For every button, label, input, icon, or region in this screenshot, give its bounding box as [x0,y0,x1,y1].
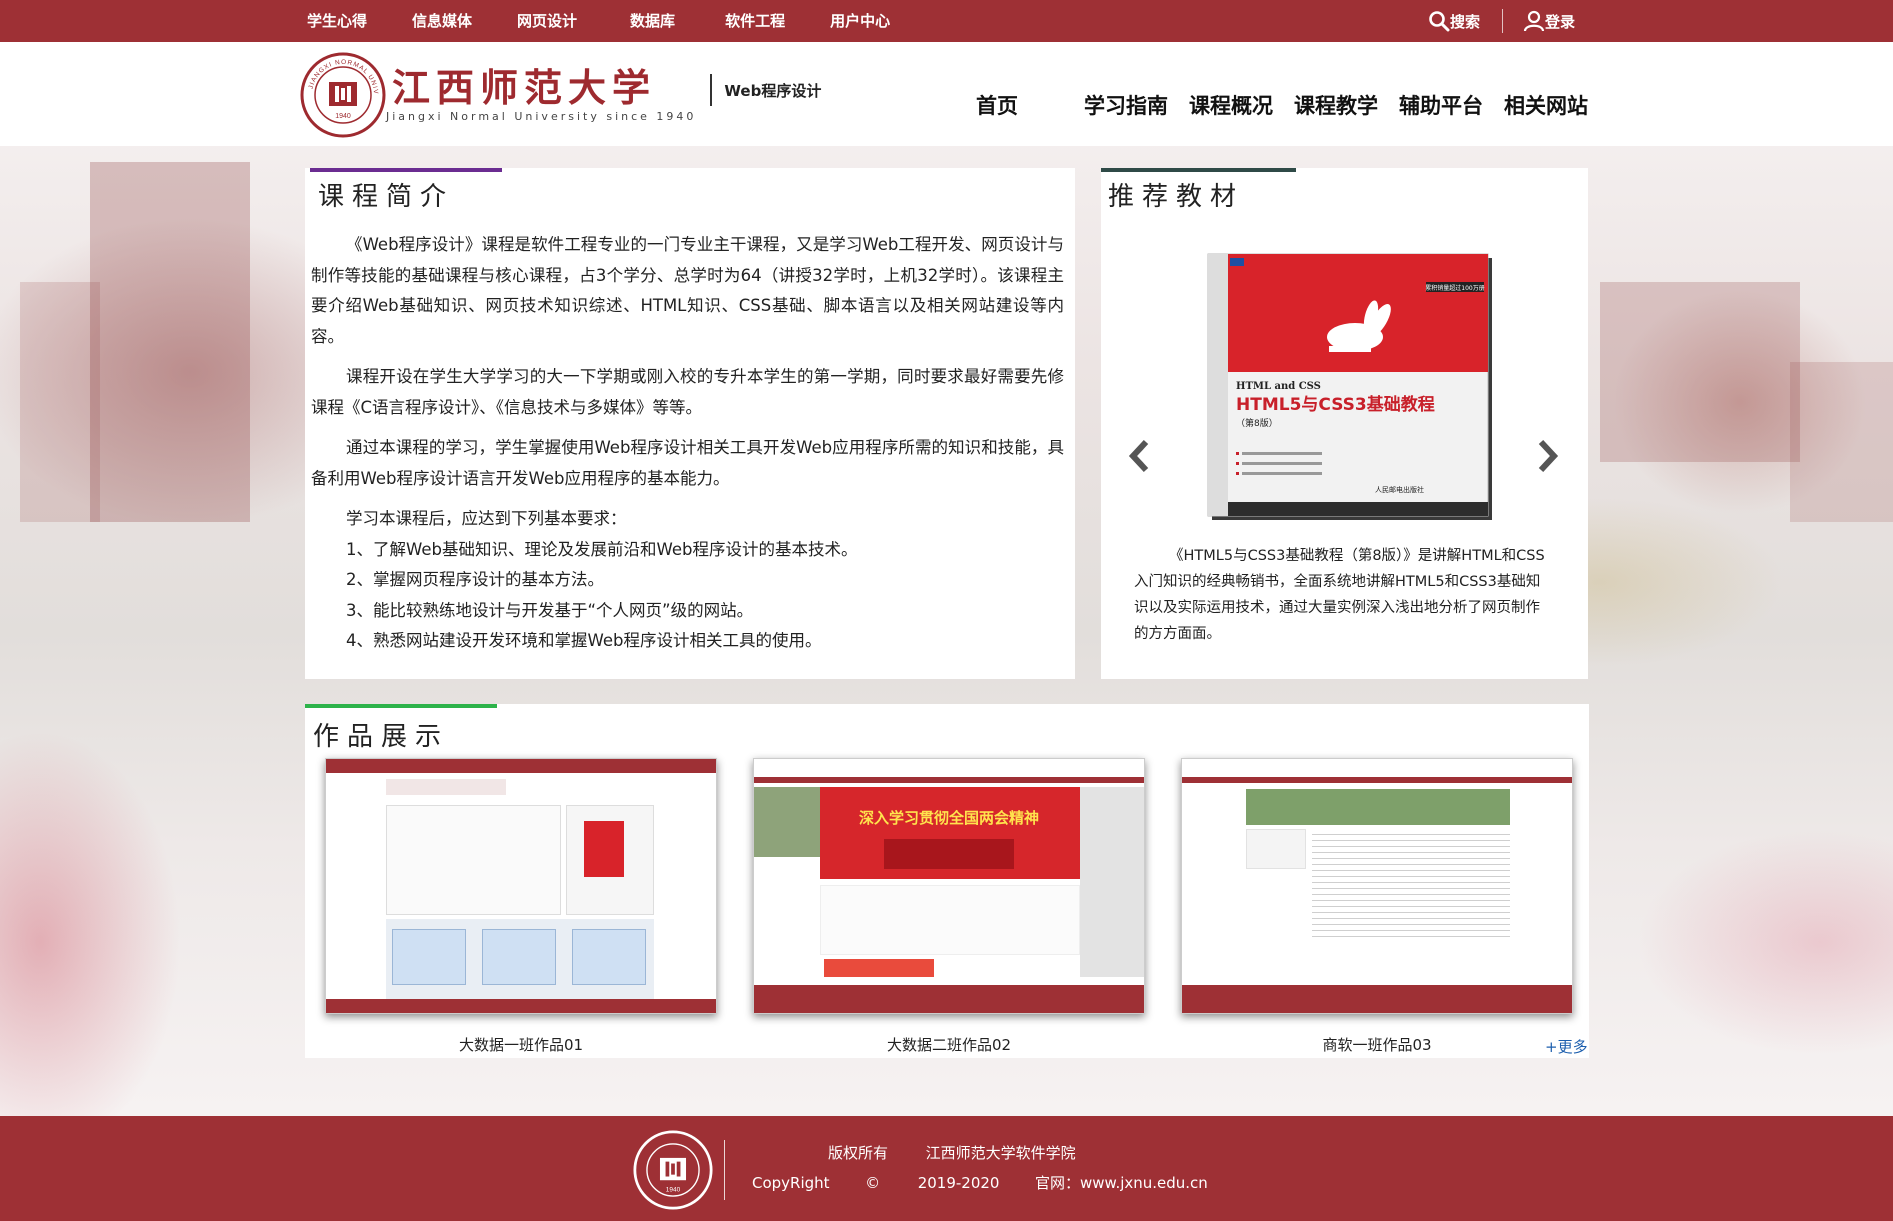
copyright-years: 2019-2020 [917,1174,1000,1192]
site-header: 1940 JIANGXI NORMAL UNIVERSITY 江西师范大学 Ji… [0,42,1893,146]
svg-text:1940: 1940 [335,113,351,120]
intro-title-accent [310,168,502,172]
main-nav-item-support-platform[interactable]: 辅助平台 [1399,90,1483,120]
svg-text:累积销量超过100万册: 累积销量超过100万册 [1425,284,1484,292]
site-footer: 1940 版权所有 江西师范大学软件学院 CopyRight © 2019-20… [0,1116,1893,1221]
work-caption[interactable]: 大数据一班作品01 [325,1034,717,1055]
requirement-item: 3、能比较熟练地设计与开发基于“个人网页”级的网站。 [346,600,754,620]
search-button[interactable]: 搜索 [1428,10,1480,32]
requirements-heading: 学习本课程后，应达到下列基本要求： [346,509,627,528]
school-name-cn: 江西师范大学 [392,64,657,110]
top-nav-item-user-center[interactable]: 用户中心 [830,0,890,42]
textbook-title-accent [1101,168,1296,172]
top-nav-item-software-engineering[interactable]: 软件工程 [725,0,785,42]
work-caption[interactable]: 商软一班作品03 [1181,1034,1573,1055]
svg-text:HTML and CSS: HTML and CSS [1236,381,1321,392]
top-nav-item-media[interactable]: 信息媒体 [412,0,472,42]
school-name-en: Jiangxi Normal University since 1940 [386,109,697,123]
chevron-left-icon [1128,439,1149,473]
footer-copyright-line: 版权所有 江西师范大学软件学院 [828,1142,1076,1163]
textbook-description: 《HTML5与CSS3基础教程（第8版）》是讲解HTML和CSS入门知识的经典畅… [1134,543,1554,647]
site-logo[interactable]: 1940 JIANGXI NORMAL UNIVERSITY 江西师范大学 Ji… [300,52,821,138]
main-nav-item-course-teaching[interactable]: 课程教学 [1294,90,1378,120]
textbook-title: 推荐教材 [1108,182,1245,212]
requirements-list: 学习本课程后，应达到下列基本要求： 1、了解Web基础知识、理论及发展前沿和We… [311,504,1064,657]
works-title: 作品展示 [313,722,450,752]
organization-name: 江西师范大学软件学院 [925,1144,1076,1162]
login-button[interactable]: 登录 [1523,10,1575,32]
intro-paragraph: 通过本课程的学习，学生掌握使用Web程序设计相关工具开发Web应用程序所需的知识… [311,438,1064,488]
work-caption[interactable]: 大数据二班作品02 [753,1034,1145,1055]
topbar-divider [1502,9,1504,33]
work-card[interactable]: 大数据一班作品01 [325,758,717,1055]
copyright-en: CopyRight [752,1174,830,1192]
search-label: 搜索 [1450,12,1481,31]
textbook-description-text: 《HTML5与CSS3基础教程（第8版）》是讲解HTML和CSS入门知识的经典畅… [1134,548,1545,642]
carousel-next-button[interactable] [1535,436,1561,484]
official-site-link[interactable]: 官网：www.jxnu.edu.cn [1035,1174,1208,1192]
footer-divider [724,1140,725,1200]
site-name: Web程序设计 [724,81,822,100]
main-nav-item-study-guide[interactable]: 学习指南 [1084,90,1168,120]
intro-body: 《Web程序设计》课程是软件工程专业的一门专业主干课程，又是学习Web工程开发、… [311,230,1064,657]
top-nav: 学生心得 信息媒体 网页设计 数据库 软件工程 用户中心 [307,0,890,42]
work-card[interactable]: 深入学习贯彻全国两会精神 大数据二班作品02 [753,758,1145,1055]
main-nav-item-course-overview[interactable]: 课程概况 [1189,90,1273,120]
work-card[interactable]: 商软一班作品03 [1181,758,1573,1055]
copyright-symbol: © [865,1174,881,1192]
logo-divider [710,74,713,106]
svg-text:HTML5与CSS3基础教程: HTML5与CSS3基础教程 [1236,394,1435,415]
university-seal-logo: 1940 JIANGXI NORMAL UNIVERSITY [300,52,386,138]
work-thumbnail[interactable] [325,758,717,1014]
chevron-right-icon [1538,439,1559,473]
more-works-link[interactable]: +更多 [1545,1036,1588,1057]
requirement-item: 1、了解Web基础知识、理论及发展前沿和Web程序设计的基本技术。 [346,539,858,559]
intro-title: 课程简介 [318,182,455,212]
top-nav-item-database[interactable]: 数据库 [630,0,675,42]
top-nav-item-web-design[interactable]: 网页设计 [517,0,577,42]
top-nav-item-student-notes[interactable]: 学生心得 [307,0,367,42]
works-title-accent [305,704,497,708]
intro-paragraph: 《Web程序设计》课程是软件工程专业的一门专业主干课程，又是学习Web工程开发、… [311,235,1064,346]
login-label: 登录 [1545,12,1576,31]
work-thumbnail[interactable]: 深入学习贯彻全国两会精神 [753,758,1145,1014]
main-nav-item-home[interactable]: 首页 [976,90,1018,120]
works-panel: 作品展示 大数据一班作品01 深入学习贯彻全国两会精神 大数据二班作品02 商软… [305,704,1589,1058]
carousel-prev-button[interactable] [1126,436,1152,484]
copyright-label: 版权所有 [828,1144,889,1162]
user-icon [1523,10,1545,32]
top-bar: 学生心得 信息媒体 网页设计 数据库 软件工程 用户中心 搜索 登录 [0,0,1893,42]
textbook-cover-image[interactable]: 累积销量超过100万册 HTML and CSS HTML5与CSS3基础教程 … [1200,252,1500,524]
svg-text:（第8版）: （第8版） [1236,417,1278,429]
work-banner-text: 深入学习贯彻全国两会精神 [858,809,1039,827]
main-nav-item-related-sites[interactable]: 相关网站 [1504,90,1588,120]
requirement-item: 4、熟悉网站建设开发环境和掌握Web程序设计相关工具的使用。 [346,631,822,650]
footer-seal-logo: 1940 [633,1130,713,1210]
requirement-item: 2、掌握网页程序设计的基本方法。 [346,570,604,589]
svg-text:1940: 1940 [666,1186,681,1193]
intro-paragraph: 课程开设在学生大学学习的大一下学期或刚入校的专升本学生的第一学期，同时要求最好需… [311,367,1064,417]
svg-text:人民邮电出版社: 人民邮电出版社 [1375,485,1424,494]
search-icon [1429,11,1450,32]
footer-info-line: CopyRight © 2019-2020 官网：www.jxnu.edu.cn [752,1172,1208,1193]
work-thumbnail[interactable] [1181,758,1573,1014]
